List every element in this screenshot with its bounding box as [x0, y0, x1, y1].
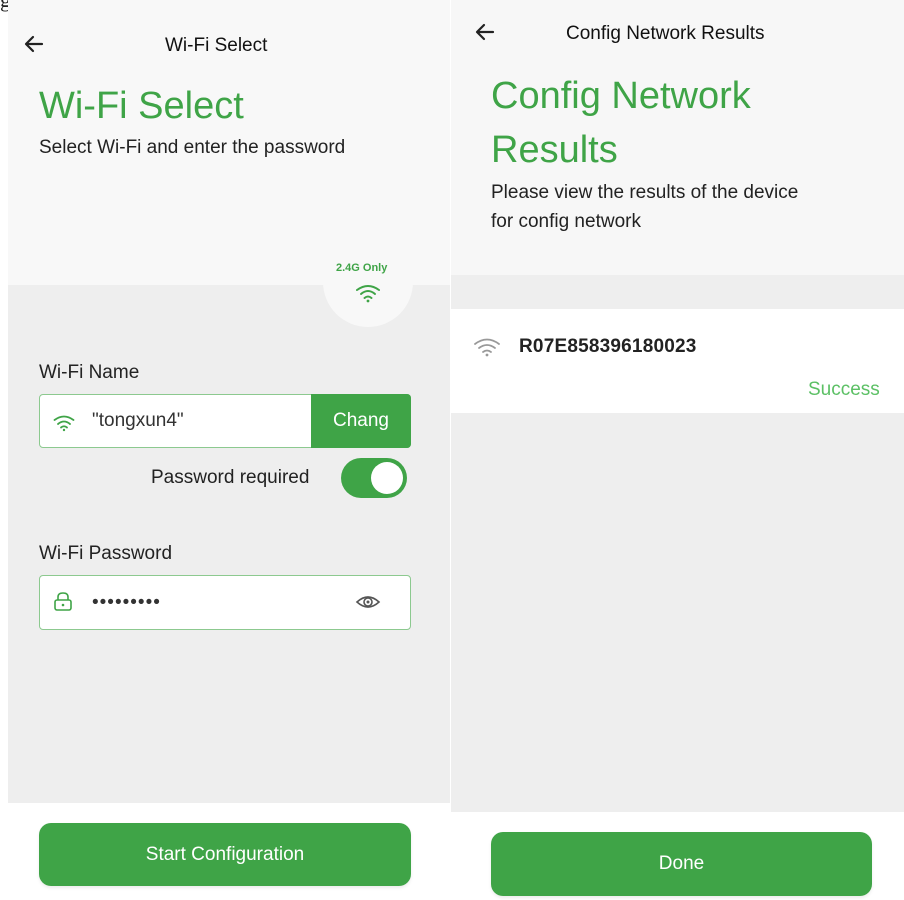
done-button[interactable]: Done: [491, 832, 872, 896]
wifi-icon: [474, 338, 500, 357]
page-title-line-1: Config Network: [491, 75, 751, 117]
wifi-name-value: "tongxun4": [92, 410, 184, 431]
page-title: Wi-Fi Select: [39, 85, 244, 127]
result-status: Success: [808, 379, 880, 400]
start-configuration-button[interactable]: Start Configuration: [39, 823, 411, 886]
wifi-name-label: Wi-Fi Name: [39, 362, 140, 383]
password-required-label: Password required: [151, 467, 310, 488]
wifi-select-screen: Wi-Fi Select Wi-Fi Select Select Wi-Fi a…: [8, 0, 450, 900]
toggle-knob: [371, 462, 403, 494]
back-arrow-icon[interactable]: [22, 32, 46, 56]
config-results-screen: Config Network Results Config Network Re…: [451, 0, 904, 900]
page-subtitle: Select Wi-Fi and enter the password: [39, 137, 346, 158]
back-arrow-icon[interactable]: [473, 20, 497, 44]
device-id: R07E858396180023: [519, 336, 697, 357]
change-wifi-button[interactable]: Chang: [311, 394, 411, 448]
eye-icon[interactable]: [355, 591, 381, 613]
page-title-line-2: Results: [491, 129, 618, 171]
wifi-icon: [356, 285, 380, 303]
lock-icon: [54, 592, 72, 611]
header-title: Wi-Fi Select: [165, 35, 268, 56]
wifi-password-value: •••••••••: [92, 592, 161, 613]
band-badge-label: 2.4G Only: [336, 262, 388, 274]
password-required-toggle[interactable]: [341, 458, 407, 498]
page-subtitle-line-1: Please view the results of the device: [491, 182, 799, 203]
wifi-icon: [53, 415, 75, 432]
page-subtitle-line-2: for config network: [491, 211, 641, 232]
header-title: Config Network Results: [566, 23, 765, 44]
wifi-password-label: Wi-Fi Password: [39, 543, 173, 564]
band-badge: [323, 237, 413, 327]
